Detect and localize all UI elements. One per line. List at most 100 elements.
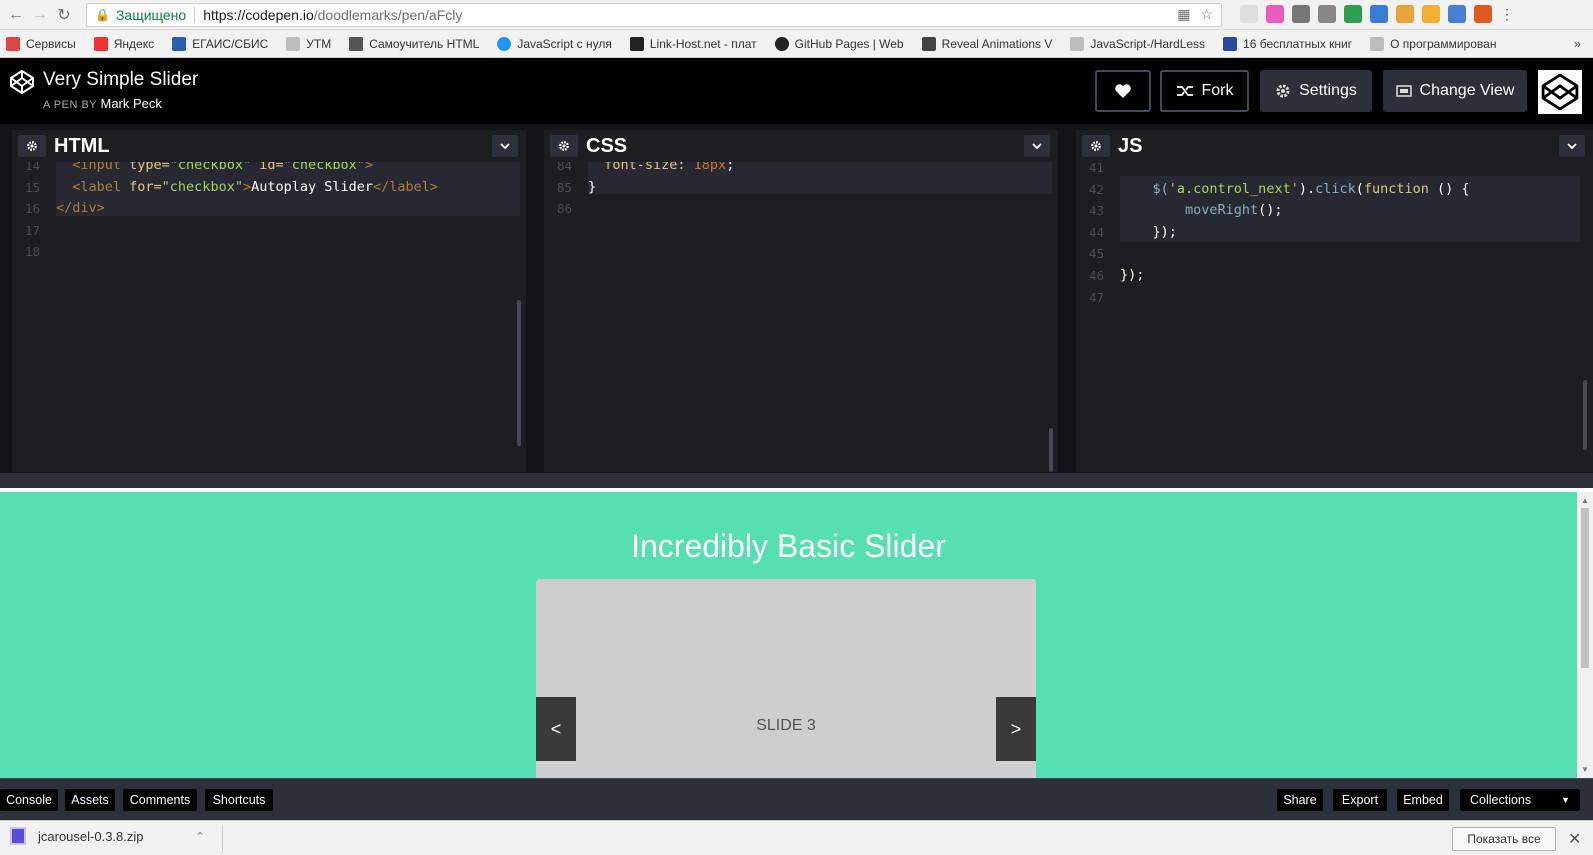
bookmark-item[interactable]: Сервисы [6, 36, 76, 51]
slider-prev-button[interactable]: < [536, 697, 576, 761]
js-editor-menu-button[interactable] [1559, 135, 1585, 157]
translate-icon[interactable]: ▦ [1177, 6, 1190, 23]
extension-icon[interactable] [1318, 5, 1336, 23]
collections-button[interactable]: Collections ▼ [1460, 789, 1580, 811]
bookmark-item[interactable]: Самоучитель HTML [349, 36, 479, 51]
shortcuts-button[interactable]: Shortcuts [205, 789, 273, 811]
html-code-area[interactable]: 14 <input type="checkbox" id="checkbox">… [12, 162, 526, 472]
code-token: ( [1355, 180, 1364, 197]
css-editor-menu-button[interactable] [1024, 135, 1050, 157]
heart-button[interactable] [1095, 70, 1151, 112]
editors-area: HTML 14 <input type="checkbox" id="check… [0, 124, 1593, 472]
chevron-down-icon [1032, 143, 1042, 149]
code-token: ; [726, 162, 735, 173]
change-view-button[interactable]: Change View [1383, 70, 1527, 112]
line-number: 42 [1088, 181, 1104, 197]
secure-label: Защищено [115, 7, 187, 23]
forward-icon[interactable]: → [28, 3, 52, 27]
js-editor: JS 41 42 $('a.control_next').click(functi… [1076, 130, 1593, 472]
bookmark-label: Яндекс [113, 36, 155, 51]
bookmark-label: Link-Host.net - плат [649, 36, 757, 51]
extension-icon[interactable] [1292, 5, 1310, 23]
js-editor-header: JS [1076, 130, 1593, 162]
browser-toolbar: ← → ↻ 🔒 Защищено https://codepen.io/dood… [0, 0, 1593, 30]
js-scrollbar[interactable] [1583, 380, 1587, 450]
preview-resize-bar[interactable] [0, 472, 1593, 488]
bookmark-label: JavaScript-/HardLess [1090, 36, 1206, 51]
console-button[interactable]: Console [0, 789, 58, 811]
address-bar[interactable]: 🔒 Защищено https://codepen.io/doodlemark… [86, 3, 1222, 27]
reload-icon[interactable]: ↻ [52, 3, 76, 27]
js-code-area[interactable]: 41 42 $('a.control_next').click(function … [1076, 162, 1593, 472]
url-divider [194, 7, 196, 23]
bookmark-item[interactable]: ЕГАИС/СБИС [172, 36, 268, 51]
css-code-area[interactable]: 84 font-size: 18px; 85} 86 [544, 162, 1058, 472]
css-scrollbar[interactable] [1049, 428, 1053, 472]
extension-icon[interactable] [1396, 5, 1414, 23]
html-scrollbar[interactable] [517, 300, 521, 446]
line-number: 18 [24, 244, 40, 260]
share-button[interactable]: Share [1277, 789, 1323, 811]
close-icon[interactable]: ✕ [1568, 829, 1581, 849]
menu-icon[interactable]: ⋮ [1500, 5, 1518, 23]
editor-resize-handle[interactable] [1058, 130, 1076, 472]
bookmark-item[interactable]: Яндекс [93, 36, 155, 51]
css-settings-button[interactable] [550, 135, 578, 157]
archive-icon [10, 827, 26, 845]
downloads-bar: jcarousel-0.3.8.zip ⌃ Показать все ✕ [0, 820, 1593, 855]
slider: SLIDE 3 < > [536, 579, 1036, 778]
book-icon [1223, 36, 1238, 51]
editor-resize-handle[interactable] [526, 130, 544, 472]
bookmark-item[interactable]: О программирован [1370, 36, 1496, 51]
code-token: }); [1120, 267, 1145, 283]
bookmark-item[interactable]: 16 бесплатных книг [1223, 36, 1352, 51]
gear-icon [27, 141, 37, 151]
export-button[interactable]: Export [1333, 789, 1387, 811]
pen-title[interactable]: Very Simple Slider [43, 69, 198, 91]
embed-button[interactable]: Embed [1397, 789, 1449, 811]
bookmark-item[interactable]: GitHub Pages | Web [774, 36, 904, 51]
change-view-icon [1395, 85, 1412, 97]
back-icon[interactable]: ← [4, 3, 28, 27]
slider-next-button[interactable]: > [996, 697, 1036, 761]
bookmark-star-icon[interactable]: ☆ [1200, 6, 1213, 23]
change-view-label: Change View [1419, 82, 1515, 99]
scrollbar-thumb[interactable] [1581, 508, 1589, 668]
bookmark-item[interactable]: JavaScript-/HardLess [1070, 36, 1206, 51]
chevron-up-icon[interactable]: ⌃ [196, 830, 205, 843]
more-bookmarks-icon[interactable]: » [1574, 36, 1581, 51]
html-settings-button[interactable] [18, 135, 46, 157]
line-number: 85 [556, 179, 572, 195]
bookmark-item[interactable]: JavaScript с нуля [497, 36, 612, 51]
code-token: type= [129, 162, 170, 173]
html-editor-menu-button[interactable] [492, 135, 518, 157]
download-item[interactable]: jcarousel-0.3.8.zip ⌃ [10, 827, 205, 845]
user-avatar[interactable] [1538, 70, 1582, 114]
js-settings-button[interactable] [1082, 135, 1110, 157]
fork-button[interactable]: Fork [1160, 70, 1249, 112]
extension-icon[interactable] [1370, 5, 1388, 23]
comments-button[interactable]: Comments [123, 789, 197, 811]
assets-button[interactable]: Assets [65, 789, 115, 811]
codepen-logo-icon[interactable] [9, 69, 35, 95]
extension-icon[interactable] [1422, 5, 1440, 23]
scroll-down-icon[interactable]: ▼ [1581, 765, 1589, 774]
preview-scrollbar[interactable]: ▲ ▼ [1577, 492, 1593, 778]
bookmark-item[interactable]: Link-Host.net - плат [629, 36, 757, 51]
line-number: 41 [1088, 162, 1104, 175]
scroll-up-icon[interactable]: ▲ [1581, 496, 1589, 505]
extension-icon[interactable] [1266, 5, 1284, 23]
settings-button[interactable]: Settings [1260, 70, 1372, 112]
code-token: Autoplay Slider [251, 178, 374, 195]
pen-author[interactable]: Mark Peck [101, 96, 162, 111]
url-host: https://codepen.io [203, 7, 314, 23]
extension-icon[interactable] [1474, 5, 1492, 23]
bookmark-item[interactable]: УТМ [286, 36, 331, 51]
extension-icon[interactable] [1240, 5, 1258, 23]
yandex-icon [93, 36, 108, 51]
bookmark-item[interactable]: Reveal Animations V [921, 36, 1052, 51]
extension-icon[interactable] [1448, 5, 1466, 23]
preview-heading: Incredibly Basic Slider [631, 528, 946, 564]
show-all-downloads-button[interactable]: Показать все [1452, 827, 1556, 851]
extension-icon[interactable] [1344, 5, 1362, 23]
